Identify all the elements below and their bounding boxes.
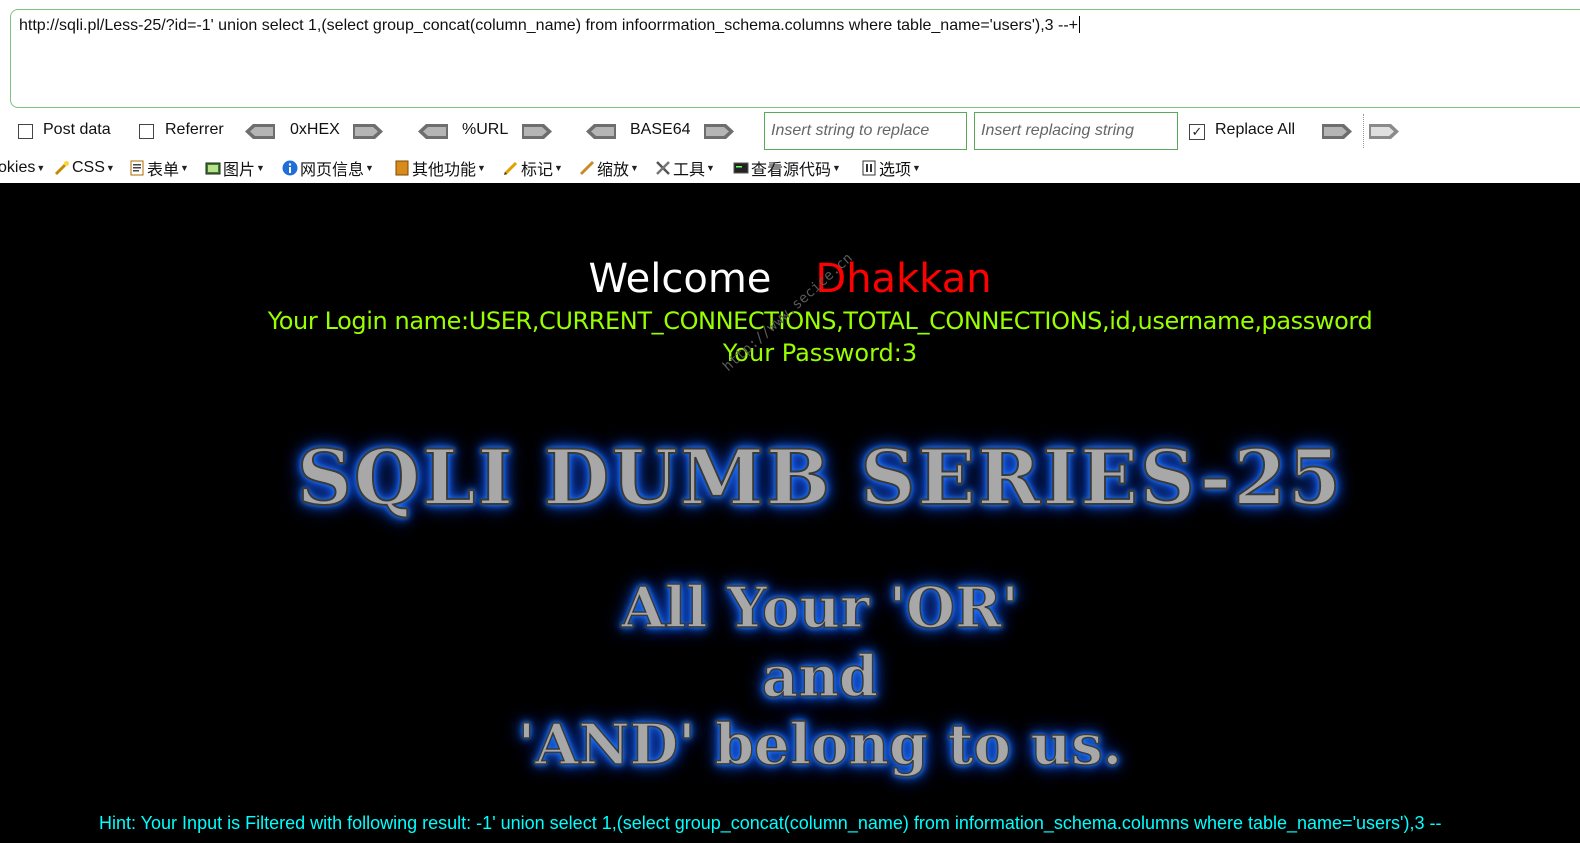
- chevron-down-icon: ▼: [365, 163, 374, 173]
- chevron-down-icon: ▼: [477, 163, 486, 173]
- page-content: Welcome Dhakkan Your Login name:USER,CURR…: [0, 183, 1580, 843]
- toolbar-css-menu[interactable]: CSS ▼: [54, 157, 115, 179]
- tools-label: 工具: [673, 162, 706, 179]
- toolbar-resize-menu[interactable]: 缩放 ▼: [579, 157, 639, 179]
- url-input-text: http://sqli.pl/Less-25/?id=-1' union sel…: [19, 16, 1081, 34]
- replace-all-checkbox[interactable]: ✓: [1189, 124, 1205, 140]
- toolbar-misc-menu[interactable]: 其他功能 ▼: [394, 157, 486, 179]
- url-input[interactable]: http://sqli.pl/Less-25/?id=-1' union sel…: [10, 9, 1580, 108]
- misc-label: 其他功能: [412, 162, 477, 179]
- referrer-label: Referrer: [165, 121, 224, 138]
- replacing-string-input[interactable]: Insert replacing string: [974, 112, 1178, 150]
- welcome-text: Welcome: [588, 256, 772, 302]
- series-title-image: SQLI DUMB SERIES-25: [296, 432, 1343, 523]
- chevron-down-icon: ▼: [832, 163, 841, 173]
- url-decode-arrow-icon[interactable]: [418, 124, 448, 139]
- resize-label: 缩放: [597, 162, 630, 179]
- replace-go-arrow-icon[interactable]: [1322, 124, 1352, 139]
- cookies-label: okies: [0, 159, 36, 176]
- base64-decode-arrow-icon[interactable]: [586, 124, 616, 139]
- chevron-down-icon: ▼: [912, 163, 921, 173]
- hex-label: 0xHEX: [290, 121, 340, 138]
- view-source-icon: [733, 162, 749, 174]
- execute-arrow-icon[interactable]: [1369, 124, 1399, 139]
- chevron-down-icon: ▼: [256, 163, 265, 173]
- chevron-down-icon: ▼: [706, 163, 715, 173]
- toolbar-forms-menu[interactable]: 表单 ▼: [129, 157, 189, 179]
- toolbar-view-source-menu[interactable]: 查看源代码 ▼: [733, 157, 841, 179]
- chevron-down-icon: ▼: [554, 163, 563, 173]
- post-data-label: Post data: [43, 121, 111, 138]
- text-caret: [1079, 16, 1081, 33]
- url-label: %URL: [462, 121, 509, 138]
- toolbar-tools-menu[interactable]: 工具 ▼: [655, 157, 715, 179]
- base64-encode-arrow-icon[interactable]: [704, 124, 734, 139]
- hint-text: Hint: Your Input is Filtered with follow…: [99, 813, 1442, 833]
- options-label: 选项: [879, 162, 912, 179]
- replace-string-input[interactable]: Insert string to replace: [764, 112, 967, 150]
- chevron-down-icon: ▼: [36, 163, 46, 173]
- toolbar-images-menu[interactable]: 图片 ▼: [205, 157, 265, 179]
- toolbar-outline-menu[interactable]: 标记 ▼: [503, 157, 563, 179]
- options-icon: [862, 160, 876, 176]
- tools-icon: [656, 161, 670, 175]
- outline-label: 标记: [521, 162, 554, 179]
- password-line: Your Password:3: [722, 339, 918, 367]
- chevron-down-icon: ▼: [180, 163, 189, 173]
- forms-icon: [130, 160, 144, 176]
- replace-string-placeholder: Insert string to replace: [771, 122, 930, 139]
- url-encode-arrow-icon[interactable]: [522, 124, 552, 139]
- hex-decode-arrow-icon[interactable]: [245, 124, 275, 139]
- toolbar-options-menu[interactable]: 选项 ▼: [861, 157, 921, 179]
- motto-line-3: 'AND' belong to us.: [517, 711, 1123, 779]
- resize-icon: [579, 160, 595, 176]
- motto-line-1: All Your 'OR': [621, 574, 1020, 642]
- outline-pencil-icon: [503, 161, 518, 176]
- replacing-string-placeholder: Insert replacing string: [981, 122, 1134, 139]
- forms-label: 表单: [147, 162, 180, 179]
- view-source-label: 查看源代码: [751, 162, 832, 179]
- hex-encode-arrow-icon[interactable]: [353, 124, 383, 139]
- css-label: CSS: [72, 159, 105, 176]
- info-icon: [282, 160, 298, 176]
- replace-all-label: Replace All: [1215, 121, 1296, 138]
- misc-icon: [395, 160, 409, 176]
- base64-label: BASE64: [630, 121, 691, 138]
- post-data-checkbox[interactable]: [18, 124, 33, 139]
- info-label: 网页信息: [300, 162, 365, 179]
- welcome-heading: Welcome Dhakkan: [0, 256, 1580, 302]
- toolbar-cookies-menu[interactable]: okies ▼: [0, 157, 45, 179]
- css-wand-icon: [54, 161, 69, 176]
- images-label: 图片: [223, 162, 256, 179]
- toolbar-info-menu[interactable]: 网页信息 ▼: [282, 157, 374, 179]
- referrer-checkbox[interactable]: [139, 124, 154, 139]
- chevron-down-icon: ▼: [105, 163, 115, 173]
- images-icon: [205, 162, 221, 175]
- chevron-down-icon: ▼: [630, 163, 639, 173]
- toolbar-separator: [1363, 114, 1364, 148]
- motto-line-2: and: [761, 643, 879, 711]
